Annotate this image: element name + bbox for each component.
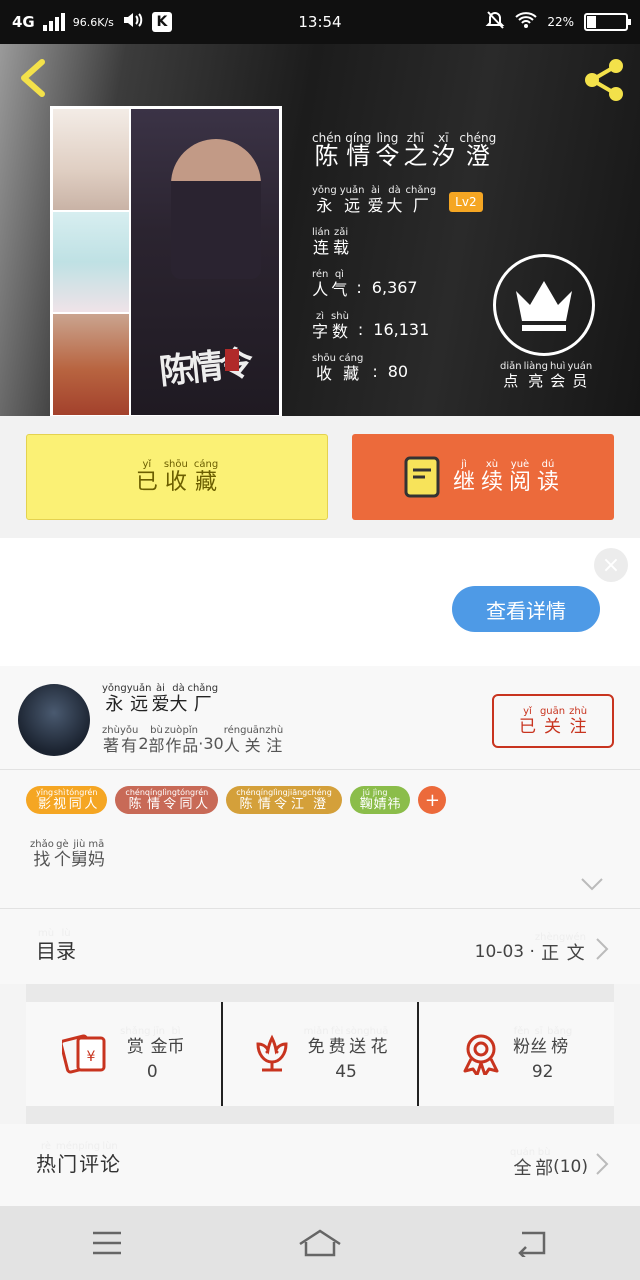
free-flowers-stat[interactable]: miǎn 免 fèi 费 sòng 送 huā 花 45 [220, 1002, 418, 1106]
battery-icon [584, 13, 631, 31]
favorites-value: 80 [387, 362, 409, 381]
signal-icon [42, 13, 65, 31]
free-flowers-value: 45 [335, 1061, 357, 1082]
tag-item[interactable]: chén 陈 qíng 情 lìng 令 tóng 同 rén 人 [115, 786, 219, 814]
crown-icon [516, 281, 572, 331]
volume-icon [122, 11, 144, 33]
app-k-icon: K [151, 12, 172, 32]
mute-alarm-icon [485, 10, 505, 34]
chevron-left-icon [21, 59, 45, 97]
medal-icon [463, 1034, 499, 1075]
cover-portrait-2 [53, 211, 129, 313]
add-tag-button[interactable]: + [418, 786, 447, 814]
flower-icon [256, 1034, 288, 1072]
chevron-right-icon [596, 938, 609, 960]
fan-ranking-stat[interactable]: fěn 粉 sī 丝 bǎng 榜 92 [417, 1002, 614, 1106]
back-arrow-icon [518, 1231, 546, 1257]
follow-button[interactable]: yǐ 已 guān 关 zhù 注 [492, 694, 614, 748]
member-label: diǎn 点 liàng 亮 huì 会 yuán 员 [500, 361, 593, 390]
popularity-row: rén 人 qì 气 : 6,367 [312, 269, 418, 299]
author-name[interactable]: yǒng 永 yuǎn 远 ài 爱 dà 大 chǎng 厂 [102, 684, 218, 714]
word-count-value: 16,131 [373, 320, 430, 339]
ad-close-button[interactable]: × [594, 548, 628, 582]
expand-chevron-down-icon[interactable] [580, 876, 604, 895]
fan-ranking-value: 92 [531, 1061, 554, 1082]
level-badge: Lv2 [449, 192, 483, 212]
tag-item[interactable]: yǐng 影 shì 视 tóng 同 rén 人 [26, 786, 108, 814]
share-icon [585, 59, 623, 101]
reward-coins-stat[interactable]: ¥ shǎng 赏 jīn 金 bì 币 0 [26, 1002, 221, 1106]
toc-label: mù 目 lù 录 [36, 928, 76, 963]
toc-date: 10-03 · [474, 942, 535, 962]
description-text: zhǎo 找 gè 个 jiù 舅 mā 妈 [30, 839, 105, 870]
stats-row: ¥ shǎng 赏 jīn 金 bì 币 0 miǎn 免 fèi 费 sòng 送 huā… [26, 1002, 614, 1106]
table-of-contents-row[interactable]: mù 目 lù 录 10-03 · zhèng 正 wén 文 [0, 908, 640, 984]
network-speed: 96.6K/s [72, 15, 114, 29]
author-card: yǒng 永 yuǎn 远 ài 爱 dà 大 chǎng 厂 zhù 著 yǒu 有 2 b… [0, 666, 640, 770]
book-cover[interactable]: 陈情令 [50, 106, 282, 416]
home-button[interactable] [290, 1223, 350, 1263]
all-comments-link[interactable]: quán 全 bù 部 (10) [510, 1148, 610, 1178]
view-details-button[interactable]: 查看详情 [452, 586, 600, 632]
divider [26, 984, 614, 1002]
divider [26, 1106, 614, 1124]
author-stats: zhù 著 yǒu 有 2 bù 部 zuò 作 pǐn 品 ·30 rén 人 guān 关… [102, 725, 284, 755]
tag-item[interactable]: jú 鞠 jìng 婧 祎 [349, 786, 411, 814]
hot-comments-row[interactable]: rè 热 mén 门 píng 评 lùn 论 quán 全 bù 部 (10) [0, 1124, 640, 1210]
description-section[interactable]: zhǎo 找 gè 个 jiù 舅 mā 妈 [0, 826, 640, 908]
tag-item[interactable]: chén 陈 qíng 情 lìng 令 jiāng 江 chéng 澄 [226, 786, 342, 814]
clock: 13:54 [298, 13, 342, 31]
popularity-value: 6,367 [371, 278, 418, 297]
member-crown-button[interactable] [493, 254, 595, 356]
avatar[interactable] [18, 684, 90, 756]
tag-list: yǐng 影 shì 视 tóng 同 rén 人 chén 陈 qíng 情 lìng 令 … [26, 786, 447, 814]
back-button[interactable] [16, 58, 52, 98]
cover-portrait-3 [53, 314, 129, 416]
battery-percent: 22% [547, 15, 574, 29]
wifi-icon [515, 11, 537, 33]
reward-coins-value: 0 [146, 1061, 158, 1082]
word-count-row: zì 字 shù 数 : 16,131 [312, 311, 430, 341]
book-header: 陈情令 chén 陈 qíng 情 lìng 令 zhī 之 xī 汐 chéng 澄 yǒ… [0, 44, 640, 416]
book-info: chén 陈 qíng 情 lìng 令 zhī 之 xī 汐 chéng 澄 yǒng 永 … [312, 132, 500, 382]
menu-icon [92, 1231, 121, 1255]
comment-count: (10) [553, 1157, 588, 1177]
continue-reading-button[interactable]: jì 继 xù 续 yuè 阅 dú 读 [352, 434, 614, 520]
network-type: 4G [12, 13, 35, 31]
toc-latest: 10-03 · zhèng 正 wén 文 [475, 933, 610, 963]
favorites-row: shōu 收 cáng 藏 : 80 [312, 353, 409, 383]
cover-figure [171, 139, 261, 279]
book-author-row[interactable]: yǒng 永 yuǎn 远 ài 爱 dà 大 chǎng 厂 Lv2 [312, 186, 500, 214]
status-bar: 4G 96.6K/s K 13:54 22% [0, 0, 640, 44]
system-nav-bar [0, 1206, 640, 1280]
red-envelope-icon: ¥ [62, 1034, 106, 1074]
action-buttons: yǐ 已 shōu 收 cáng 藏 jì 继 xù 续 yuè 阅 dú 读 [0, 416, 640, 538]
book-title: chén 陈 qíng 情 lìng 令 zhī 之 xī 汐 chéng 澄 [312, 131, 497, 170]
home-icon [299, 1229, 341, 1257]
back-nav-button[interactable] [503, 1223, 563, 1263]
cover-seal [225, 349, 239, 371]
hot-comments-label: rè 热 mén 门 píng 评 lùn 论 [36, 1141, 121, 1176]
chevron-right-icon [596, 1153, 609, 1175]
book-icon [404, 456, 440, 498]
favorited-button[interactable]: yǐ 已 shōu 收 cáng 藏 [26, 434, 328, 520]
ad-banner: × 查看详情 [0, 538, 640, 666]
share-button[interactable] [580, 56, 628, 104]
menu-button[interactable] [77, 1223, 137, 1263]
cover-portrait-1 [53, 109, 129, 210]
serial-status: lián 连 zǎi 载 [312, 227, 350, 257]
svg-text:¥: ¥ [87, 1049, 96, 1065]
